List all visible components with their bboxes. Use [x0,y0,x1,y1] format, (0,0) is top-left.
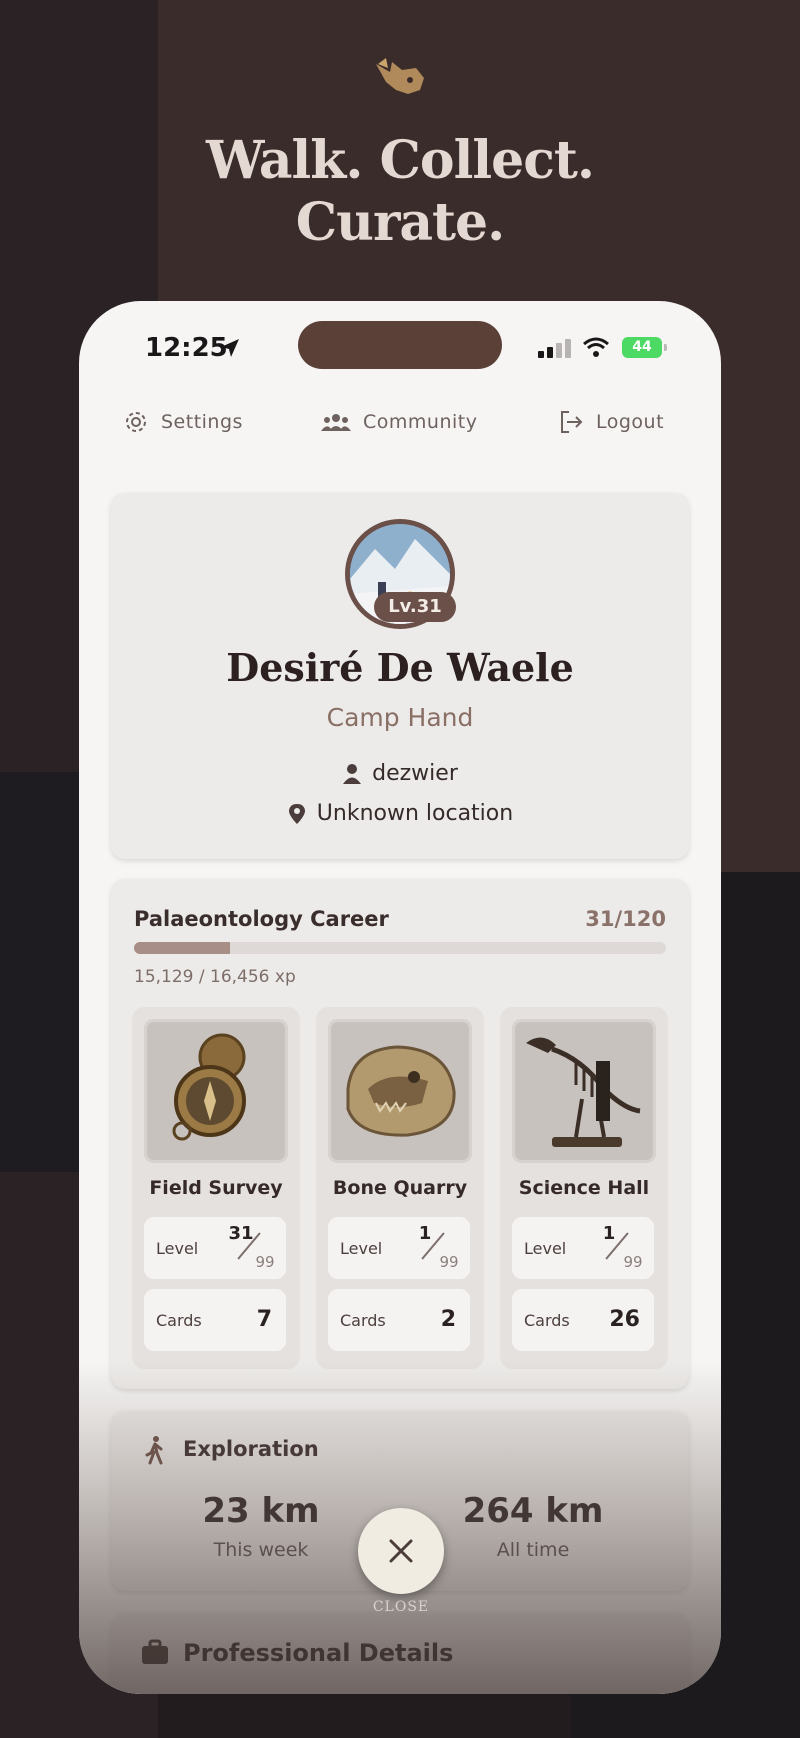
cards-label: Cards [156,1311,202,1330]
tile-name: Bone Quarry [332,1177,468,1199]
top-navigation: Settings Community Logout [79,409,721,459]
professional-details-card[interactable]: Professional Details [111,1613,689,1694]
level-max: 99 [623,1253,643,1271]
exploration-title: Exploration [183,1437,319,1461]
logout-button[interactable]: Logout [558,409,664,435]
level-max: 99 [439,1253,459,1271]
cards-stat-box: Cards 2 [328,1289,470,1351]
briefcase-icon [142,1639,168,1664]
status-time: 12:25 [145,333,228,363]
dynamic-island [298,321,502,369]
tile-name: Field Survey [149,1177,283,1199]
person-icon [343,763,362,784]
weekly-distance-label: This week [213,1539,309,1561]
cards-stat-box: Cards 7 [144,1289,286,1351]
hero-title-line1: Walk. Collect. [205,130,595,191]
career-tile-science-hall[interactable]: Science Hall Level 1 99 Cards 26 [500,1007,668,1369]
triceratops-skull-icon [376,58,424,94]
level-stat-box: Level 31 99 [144,1217,286,1279]
battery-indicator: 44 [622,337,667,358]
group-icon [321,414,351,431]
profile-name: Desiré De Waele [226,645,574,690]
map-pin-icon [288,803,305,824]
profile-card: Lv.31 Desiré De Waele Camp Hand dezwier … [111,493,689,859]
tile-image [328,1019,472,1163]
level-label: Level [524,1239,567,1258]
tile-image [512,1019,656,1163]
career-count: 31/120 [585,907,666,931]
cards-value: 2 [440,1307,456,1332]
level-label: Level [156,1239,199,1258]
total-distance: 264 km All time [413,1491,653,1561]
career-card: Palaeontology Career 31/120 15,129 / 16,… [111,879,689,1389]
weekly-distance-value: 23 km [202,1491,320,1531]
community-label: Community [363,411,478,433]
location: Unknown location [316,801,514,826]
dinosaur-skeleton-icon [526,1037,641,1147]
cards-stat-box: Cards 26 [512,1289,654,1351]
community-button[interactable]: Community [321,409,477,435]
cards-value: 7 [256,1307,272,1332]
cards-label: Cards [524,1311,570,1330]
logout-label: Logout [596,411,665,433]
status-bar: 12:25 44 [79,301,721,371]
professional-details-title: Professional Details [183,1639,454,1667]
level-label: Level [340,1239,383,1258]
cards-label: Cards [340,1311,386,1330]
xp-text: 15,129 / 16,456 xp [134,967,296,987]
profile-rank: Camp Hand [326,703,474,732]
fossil-skull-icon [346,1045,456,1137]
cards-value: 26 [609,1307,640,1332]
level-value: 1 [418,1223,432,1244]
total-distance-label: All time [496,1539,570,1561]
hero-title: Walk. Collect. Curate. [0,130,800,254]
location-arrow-icon [221,339,239,357]
tile-image [144,1019,288,1163]
hero-title-line2: Curate. [295,192,506,253]
level-badge: Lv.31 [374,592,456,622]
close-icon [389,1539,413,1563]
tile-name: Science Hall [518,1177,650,1199]
career-tile-field-survey[interactable]: Field Survey Level 31 99 Cards 7 [132,1007,300,1369]
gear-icon [126,412,146,432]
level-max: 99 [255,1253,275,1271]
cellular-signal-icon [538,339,571,358]
career-tile-bone-quarry[interactable]: Bone Quarry Level 1 99 Cards 2 [316,1007,484,1369]
xp-progress-fill [134,942,230,954]
level-stat-box: Level 1 99 [512,1217,654,1279]
username: dezwier [372,761,458,786]
settings-label: Settings [161,411,243,433]
phone-screen: 12:25 44 Settings Community Logout Lv.31… [79,301,721,1694]
logout-icon [561,411,583,433]
xp-progress-bar [134,942,666,954]
career-title: Palaeontology Career [134,907,389,931]
weekly-distance: 23 km This week [141,1491,381,1561]
level-value: 31 [228,1223,254,1244]
close-label: CLOSE [372,1599,430,1615]
level-value: 1 [602,1223,616,1244]
settings-button[interactable]: Settings [123,409,243,435]
location-row: Unknown location [111,801,689,826]
wifi-icon [583,337,609,357]
close-button[interactable] [358,1508,444,1594]
compass-icon [172,1033,246,1141]
level-stat-box: Level 1 99 [328,1217,470,1279]
walking-person-icon [145,1436,163,1465]
total-distance-value: 264 km [462,1491,604,1531]
username-row: dezwier [111,761,689,786]
